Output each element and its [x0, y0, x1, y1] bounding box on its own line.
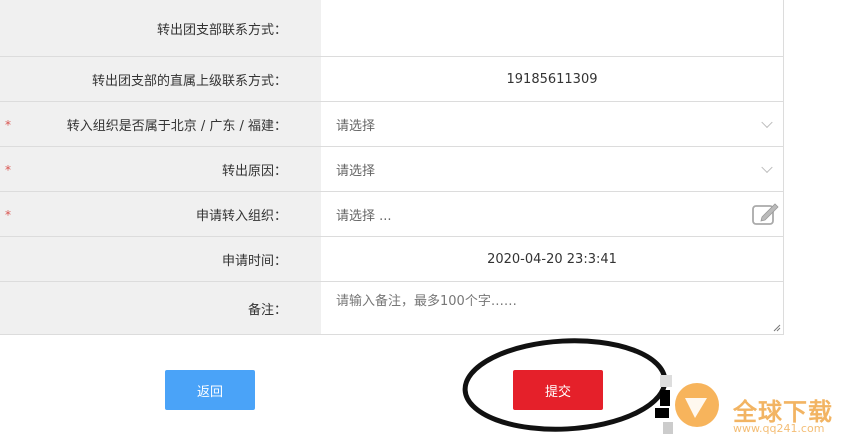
row-superior-contact: 转出团支部的直属上级联系方式： 19185611309	[0, 57, 784, 102]
row-reason-select: 转出原因： * 请选择	[0, 147, 784, 192]
region-select-value: 请选择	[336, 118, 376, 134]
target-org-field[interactable]: 请选择 ...	[321, 192, 784, 237]
reason-select[interactable]: 请选择	[321, 147, 784, 192]
back-button[interactable]: 返回	[165, 370, 255, 410]
label-superior-contact: 转出团支部的直属上级联系方式：	[0, 57, 321, 102]
label-contact: 转出团支部联系方式：	[0, 0, 321, 57]
row-target-org: 申请转入组织： * 请选择 ...	[0, 192, 784, 237]
row-remark: 备注：	[0, 282, 784, 335]
contact-field[interactable]	[321, 0, 784, 57]
row-apply-time: 申请时间： 2020-04-20 23:3:41	[0, 237, 784, 282]
submit-button[interactable]: 提交	[513, 370, 603, 410]
label-remark: 备注：	[0, 282, 321, 335]
remark-textarea[interactable]	[321, 282, 783, 334]
row-contact: 转出团支部联系方式：	[0, 0, 784, 57]
required-mark: *	[5, 207, 11, 222]
label-target-org: 申请转入组织：	[0, 192, 321, 237]
label-apply-time: 申请时间：	[0, 237, 321, 282]
watermark-url: www.qq241.com	[733, 422, 825, 435]
remark-field	[321, 282, 784, 335]
required-mark: *	[5, 117, 11, 132]
chevron-down-icon	[761, 161, 773, 174]
label-region: 转入组织是否属于北京 / 广东 / 福建：	[0, 102, 321, 147]
edit-icon[interactable]	[751, 201, 781, 227]
chevron-down-icon	[761, 116, 773, 129]
row-region-select: 转入组织是否属于北京 / 广东 / 福建： * 请选择	[0, 102, 784, 147]
region-select[interactable]: 请选择	[321, 102, 784, 147]
required-mark: *	[5, 162, 11, 177]
label-reason: 转出原因：	[0, 147, 321, 192]
reason-select-value: 请选择	[336, 163, 376, 179]
superior-contact-value: 19185611309	[321, 57, 784, 102]
target-org-value: 请选择 ...	[336, 208, 392, 224]
resize-grip-icon[interactable]	[773, 324, 781, 332]
apply-time-value: 2020-04-20 23:3:41	[321, 237, 784, 282]
